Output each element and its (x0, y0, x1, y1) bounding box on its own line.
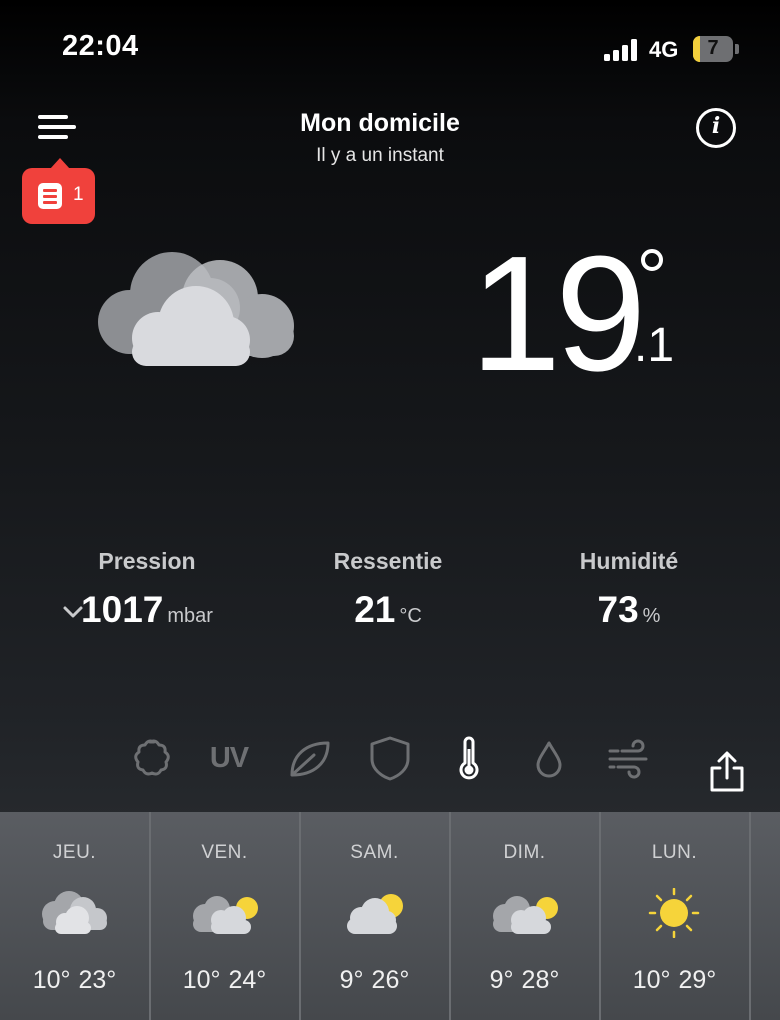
metric-pressure: Pression 1017 mbar (27, 548, 267, 631)
share-icon[interactable] (702, 748, 752, 798)
metric-unit: °C (399, 605, 422, 627)
uv-label: UV (209, 742, 249, 774)
partly-cloudy-icon (337, 888, 412, 943)
forecast-day-name: SAM. (350, 842, 399, 863)
metric-feels-like: Ressentie 21 °C (268, 548, 508, 631)
metric-humidity: Humidité 73 % (509, 548, 749, 631)
battery-level: 7 (707, 37, 719, 59)
hamburger-menu-icon[interactable] (38, 112, 78, 142)
metric-label: Humidité (579, 548, 679, 574)
forecast-temps: 10° 23° (0, 966, 149, 995)
forecast-day[interactable]: SAM. 9° 26° (300, 812, 451, 1020)
current-temperature: 19 (470, 222, 646, 405)
forecast-day-partial[interactable] (750, 812, 780, 1020)
partly-cloudy-icon (487, 888, 562, 943)
metric-value: 73 (597, 589, 639, 630)
info-icon[interactable]: i (696, 108, 736, 148)
forecast-strip[interactable]: JEU. 10° 23° VEN. 10° 24° SAM. 9° 26° DIM. … (0, 812, 780, 1020)
signal-strength-icon (604, 39, 638, 61)
current-temperature-decimal: .1 (634, 319, 675, 372)
forecast-day-name: LUN. (651, 842, 698, 863)
document-alert-icon (38, 183, 62, 209)
degree-symbol (641, 249, 663, 271)
sunny-icon (637, 887, 712, 943)
forecast-high: 23° (78, 966, 117, 994)
forecast-low: 9° (339, 966, 364, 994)
forecast-day-name: JEU. (52, 842, 97, 863)
forecast-day-name: VEN. (201, 842, 248, 863)
network-type: 4G (649, 37, 679, 62)
forecast-low: 10° (182, 966, 221, 994)
thermometer-icon[interactable] (444, 733, 494, 783)
last-updated-text: Il y a un instant (316, 145, 444, 166)
leaf-icon[interactable] (284, 733, 334, 783)
forecast-low: 9° (489, 966, 514, 994)
forecast-high: 29° (678, 966, 717, 994)
forecast-temps: 10° 24° (150, 966, 299, 995)
alert-badge[interactable]: 1 (22, 158, 95, 224)
forecast-day[interactable]: LUN. 10° 29° (600, 812, 751, 1020)
location-name[interactable]: Mon domicile (200, 109, 560, 138)
forecast-day-name: DIM. (503, 842, 546, 863)
cloudy-icon (37, 888, 112, 943)
partly-cloudy-icon (187, 888, 262, 943)
alert-count: 1 (73, 184, 84, 205)
forecast-low: 10° (632, 966, 671, 994)
forecast-day[interactable]: VEN. 10° 24° (150, 812, 301, 1020)
water-drop-icon[interactable] (524, 733, 574, 783)
metric-unit: % (642, 605, 661, 627)
shield-icon[interactable] (365, 733, 415, 783)
cloudy-icon (92, 246, 302, 381)
forecast-high: 24° (228, 966, 267, 994)
forecast-high: 28° (521, 966, 560, 994)
metric-value: 1017 (81, 589, 164, 630)
metric-label: Pression (98, 548, 196, 574)
battery-icon: 7 (693, 36, 733, 62)
forecast-temps: 10° 29° (600, 966, 749, 995)
battery-tip (735, 44, 739, 54)
forecast-day[interactable]: DIM. 9° 28° (450, 812, 601, 1020)
status-time: 22:04 (62, 30, 139, 62)
metric-label: Ressentie (333, 548, 443, 574)
forecast-low: 10° (32, 966, 71, 994)
metric-value: 21 (354, 589, 396, 630)
wind-icon[interactable] (604, 733, 654, 783)
forecast-temps: 9° 28° (450, 966, 599, 995)
pollen-icon[interactable] (125, 733, 175, 783)
forecast-day[interactable]: JEU. 10° 23° (0, 812, 151, 1020)
metric-unit: mbar (167, 605, 213, 627)
uv-index-icon[interactable]: UV (204, 733, 254, 783)
forecast-high: 26° (371, 966, 410, 994)
forecast-temps: 9° 26° (300, 966, 449, 995)
